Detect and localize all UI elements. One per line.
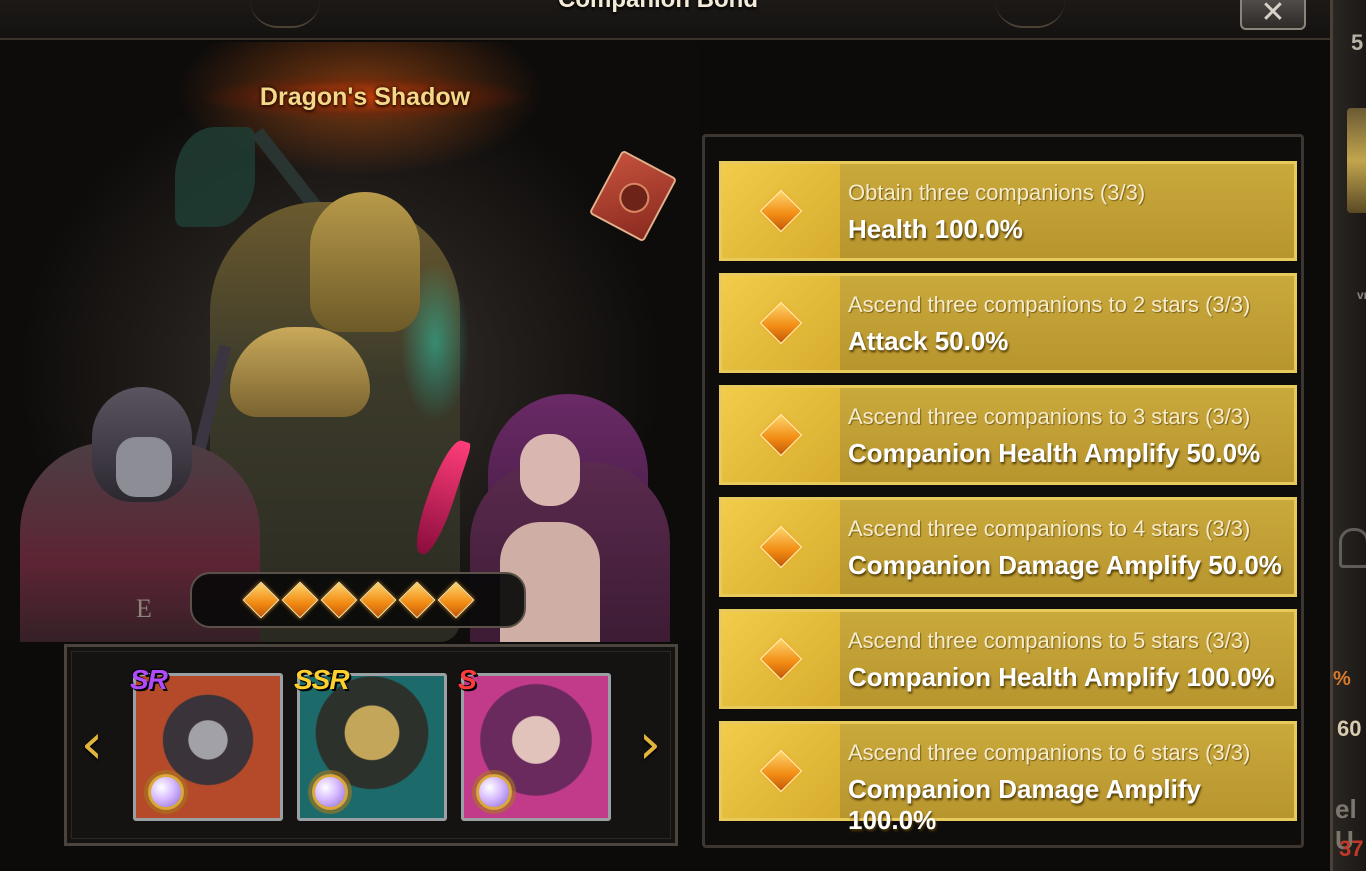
side-fragment: % bbox=[1333, 668, 1351, 690]
star-diamond-icon bbox=[359, 581, 396, 619]
diamond-icon bbox=[759, 749, 803, 793]
orb-icon bbox=[312, 774, 348, 810]
diamond-icon bbox=[759, 301, 803, 345]
bond-star-bar bbox=[190, 572, 526, 628]
bond-bonus-panel: Obtain three companions (3/3) Health 100… bbox=[702, 134, 1304, 848]
bonus-icon-cell bbox=[722, 724, 840, 818]
side-fragment: vnec bbox=[1357, 288, 1366, 302]
companion-selector: ‹ SR SSR S › bbox=[64, 644, 678, 846]
bonus-row: Ascend three companions to 4 stars (3/3)… bbox=[719, 497, 1297, 597]
bonus-icon-cell bbox=[722, 612, 840, 706]
diamond-icon bbox=[759, 413, 803, 457]
bonus-condition: Ascend three companions to 3 stars (3/3) bbox=[848, 404, 1251, 429]
star-diamond-icon bbox=[320, 581, 357, 619]
bonus-condition: Ascend three companions to 5 stars (3/3) bbox=[848, 628, 1251, 653]
bond-name: Dragon's Shadow bbox=[259, 82, 471, 111]
bonus-condition: Ascend three companions to 2 stars (3/3) bbox=[848, 292, 1251, 317]
prev-arrow-button[interactable]: ‹ bbox=[75, 709, 109, 779]
bond-artwork: Dragon's Shadow bbox=[0, 42, 700, 642]
diamond-icon bbox=[759, 189, 803, 233]
side-thumbnail bbox=[1347, 108, 1366, 213]
bonus-reward: Health 100.0% bbox=[848, 214, 1023, 244]
page-title: Companion Bond bbox=[0, 0, 1316, 14]
hooded-face bbox=[116, 437, 172, 497]
close-button[interactable]: ✕ bbox=[1240, 0, 1306, 30]
diamond-icon bbox=[759, 525, 803, 569]
side-fragment: 60 bbox=[1337, 716, 1362, 741]
bonus-reward: Attack 50.0% bbox=[848, 326, 1009, 356]
star-diamond-icon bbox=[398, 581, 435, 619]
axe-head bbox=[175, 127, 255, 227]
orb-icon bbox=[476, 774, 512, 810]
bonus-reward: Companion Damage Amplify 50.0% bbox=[848, 550, 1282, 580]
bonus-reward: Companion Health Amplify 100.0% bbox=[848, 662, 1275, 692]
bonus-condition: Ascend three companions to 4 stars (3/3) bbox=[848, 516, 1251, 541]
orb-icon bbox=[148, 774, 184, 810]
bond-title-banner: Dragon's Shadow bbox=[200, 74, 530, 120]
star-diamond-icon bbox=[437, 581, 474, 619]
companion-card[interactable]: S bbox=[458, 664, 611, 821]
bonus-reward: Companion Damage Amplify 100.0% bbox=[848, 774, 1201, 835]
star-diamond-icon bbox=[242, 581, 279, 619]
bonus-condition: Ascend three companions to 6 stars (3/3) bbox=[848, 740, 1251, 765]
bonus-row: Ascend three companions to 3 stars (3/3)… bbox=[719, 385, 1297, 485]
diamond-icon bbox=[759, 637, 803, 681]
companion-card[interactable]: SSR bbox=[294, 664, 447, 821]
rune-mark: E bbox=[136, 594, 152, 623]
assassin-face bbox=[520, 434, 580, 506]
star-diamond-icon bbox=[281, 581, 318, 619]
companion-card[interactable]: SR bbox=[130, 664, 283, 821]
side-panel-fragment: 5 vnec % 60 el U 37 bbox=[1330, 0, 1366, 871]
side-fragment: 37 bbox=[1339, 836, 1364, 861]
lore-book-icon[interactable] bbox=[588, 149, 678, 243]
bonus-icon-cell bbox=[722, 388, 840, 482]
close-icon: ✕ bbox=[1260, 0, 1286, 30]
bonus-icon-cell bbox=[722, 164, 840, 258]
bonus-condition: Obtain three companions (3/3) bbox=[848, 180, 1146, 205]
next-arrow-button[interactable]: › bbox=[633, 709, 667, 779]
bonus-row: Ascend three companions to 5 stars (3/3)… bbox=[719, 609, 1297, 709]
bonus-row: Ascend three companions to 6 stars (3/3)… bbox=[719, 721, 1297, 835]
warrior-helmet bbox=[310, 192, 420, 332]
bonus-row: Obtain three companions (3/3) Health 100… bbox=[719, 161, 1297, 261]
bonus-reward: Companion Health Amplify 50.0% bbox=[848, 438, 1261, 468]
lock-icon bbox=[1339, 528, 1366, 568]
side-fragment: 5 bbox=[1351, 30, 1364, 55]
rarity-badge: SR bbox=[130, 664, 168, 695]
rarity-badge: SSR bbox=[294, 664, 350, 695]
header-bar: Companion Bond ✕ bbox=[0, 0, 1330, 40]
bonus-icon-cell bbox=[722, 276, 840, 370]
bonus-icon-cell bbox=[722, 500, 840, 594]
bonus-row: Ascend three companions to 2 stars (3/3)… bbox=[719, 273, 1297, 373]
rarity-badge: S bbox=[458, 664, 477, 695]
